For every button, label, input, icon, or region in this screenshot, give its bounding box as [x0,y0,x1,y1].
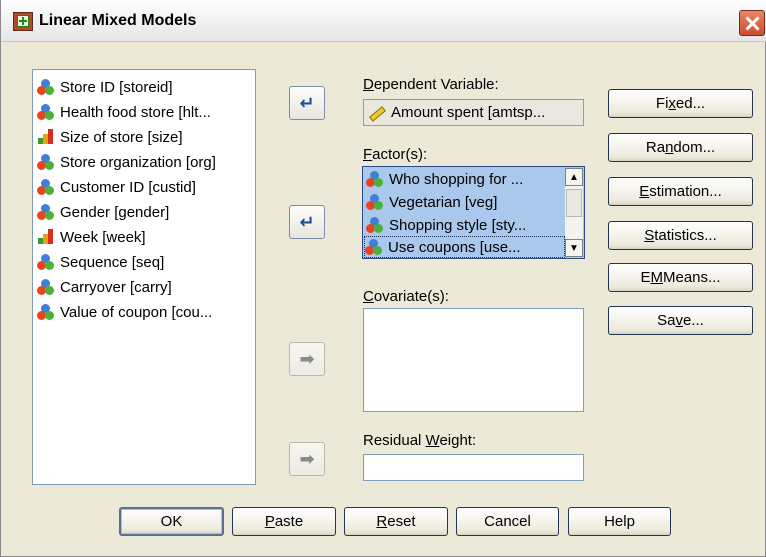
residual-weight-field[interactable] [363,454,584,481]
variable-label: Health food store [hlt... [60,103,211,121]
list-item[interactable]: Shopping style [sty... [366,214,564,236]
dependent-variable-value: Amount spent [amtsp... [391,104,546,121]
nominal-variable-icon [37,303,55,321]
list-item[interactable]: Store organization [org] [37,150,216,174]
dependent-variable-label: Dependent Variable: [363,76,499,93]
triangle-up-icon: ▲ [569,171,579,183]
variable-label: Week [week] [60,228,146,246]
list-item[interactable]: Store ID [storeid] [37,75,173,99]
fixed-button[interactable]: Fi x ed... [608,89,753,118]
residual-weight-label: Residual Weight: [363,432,477,449]
list-item[interactable]: Week [week] [37,225,146,249]
help-button[interactable]: Help [568,507,671,536]
covariates-label: Covariate(s): [363,288,449,305]
title-bar[interactable]: Linear Mixed Models [1,0,766,42]
linear-mixed-models-icon [13,12,33,31]
factor-label: Shopping style [sty... [389,216,527,234]
window-title: Linear Mixed Models [39,12,197,29]
ok-button[interactable]: OK [119,507,224,536]
arrow-right-icon: ➡ [299,448,315,469]
em-means-button[interactable]: EM Means... [608,263,753,292]
scale-variable-icon [368,104,386,122]
nominal-variable-icon [366,216,384,234]
scroll-up-button[interactable]: ▲ [565,168,583,186]
factors-scrollbar[interactable]: ▲ ▼ [565,168,583,257]
nominal-variable-icon [37,78,55,96]
variable-label: Store organization [org] [60,153,216,171]
list-item[interactable]: Customer ID [custid] [37,175,196,199]
nominal-variable-icon [37,178,55,196]
nominal-variable-icon [37,203,55,221]
variable-label: Sequence [seq] [60,253,165,271]
estimation-button[interactable]: Estimation... [608,177,753,206]
arrow-right-icon: ➡ [299,348,315,369]
save-button[interactable]: Sa v e... [608,306,753,335]
ordinal-variable-icon [37,128,55,146]
arrow-left-icon: ↵ [299,211,315,232]
variable-label: Store ID [storeid] [60,78,173,96]
variable-label: Customer ID [custid] [60,178,196,196]
list-item[interactable]: Value of coupon [cou... [37,300,212,324]
triangle-down-icon: ▼ [569,242,579,254]
covariates-list[interactable] [363,308,584,412]
move-covariate-button[interactable]: ➡ [289,342,325,376]
nominal-variable-icon [37,253,55,271]
list-item[interactable]: Health food store [hlt... [37,100,211,124]
paste-button[interactable]: Paste [232,507,336,536]
variable-label: Gender [gender] [60,203,170,221]
dependent-variable-field[interactable]: Amount spent [amtsp... [363,99,584,126]
nominal-variable-icon [366,170,384,188]
nominal-variable-icon [365,238,383,256]
factor-label: Use coupons [use... [388,238,521,256]
variable-label: Size of store [size] [60,128,183,146]
move-factor-button[interactable]: ↵ [289,205,325,239]
close-icon[interactable] [739,10,765,36]
scroll-down-button[interactable]: ▼ [565,239,583,257]
list-item[interactable]: Gender [gender] [37,200,169,224]
nominal-variable-icon [366,193,384,211]
list-item[interactable]: Who shopping for ... [366,168,564,190]
variable-label: Carryover [carry] [60,278,172,296]
ordinal-variable-icon [37,228,55,246]
cancel-button[interactable]: Cancel [456,507,559,536]
list-item[interactable]: Sequence [seq] [37,250,164,274]
source-variable-list[interactable]: Store ID [storeid] Health food store [hl… [32,69,256,485]
factors-label: Factor(s): [363,146,428,163]
random-button[interactable]: Ra n dom... [608,133,753,162]
nominal-variable-icon [37,103,55,121]
list-item[interactable]: Carryover [carry] [37,275,172,299]
factors-list[interactable]: Who shopping for ... Vegetarian [veg] Sh… [362,166,585,259]
reset-button[interactable]: Reset [344,507,448,536]
list-item[interactable]: Size of store [size] [37,125,183,149]
factor-label: Vegetarian [veg] [389,193,498,211]
scroll-thumb[interactable] [566,189,582,217]
list-item[interactable]: Vegetarian [veg] [366,191,564,213]
statistics-button[interactable]: Statistics... [608,221,753,250]
factor-label: Who shopping for ... [389,170,524,188]
nominal-variable-icon [37,153,55,171]
move-dependent-button[interactable]: ↵ [289,86,325,120]
linear-mixed-models-dialog: Linear Mixed Models Store ID [storeid] H… [0,0,766,557]
list-item[interactable]: Use coupons [use... [364,236,565,258]
arrow-left-icon: ↵ [299,92,315,113]
nominal-variable-icon [37,278,55,296]
move-residual-weight-button[interactable]: ➡ [289,442,325,476]
variable-label: Value of coupon [cou... [60,303,213,321]
